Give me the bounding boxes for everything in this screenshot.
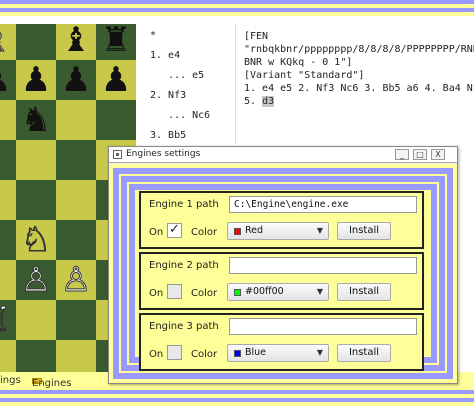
move-list-item[interactable]: ... e5 — [150, 70, 204, 81]
board-square[interactable] — [0, 260, 16, 300]
chess-app-window: ♗♝♜♟♟♟♟♞♘♙♙♖ *1. e4 ... e52. Nf3 ... Nc6… — [0, 16, 474, 390]
board-square[interactable] — [0, 220, 16, 260]
engine-on-checkbox[interactable] — [167, 222, 182, 238]
chevron-down-icon: ▼ — [316, 348, 323, 357]
engine-path-input[interactable] — [229, 257, 417, 274]
color-select-value: #00ff00 — [245, 286, 284, 297]
engine-color-label: Color — [191, 349, 218, 360]
chess-piece-icon[interactable]: ♗ — [0, 24, 16, 61]
board-square[interactable] — [96, 100, 136, 140]
move-list-item[interactable]: 2. Nf3 — [150, 90, 186, 101]
board-square[interactable] — [0, 100, 16, 140]
pgn-line: "rnbqkbnr/pppppppp/8/8/8/8/PPPPPPPP/RNBQ… — [244, 44, 474, 55]
engine-1-group: Engine 1 path C:\Engine\engine.exe On Color… — [139, 191, 424, 249]
color-select-value: Red — [245, 225, 264, 236]
engine-color-select[interactable]: #00ff00 ▼ — [227, 283, 329, 301]
pgn-line: [FEN — [244, 31, 269, 42]
color-swatch-icon — [234, 289, 241, 296]
pgn-line: 1. e4 e5 2. Nf3 Nc6 3. Bb5 a6 4. Ba4 Nf6 — [244, 83, 474, 94]
chess-piece-icon[interactable]: ♞ — [16, 100, 56, 140]
install-button[interactable]: Install — [337, 283, 391, 301]
color-swatch-icon — [234, 228, 241, 235]
engine-on-label: On — [149, 227, 164, 238]
move-list-item[interactable]: 1. e4 — [150, 50, 180, 61]
minimize-button[interactable]: _ — [395, 149, 409, 160]
move-list-item[interactable]: ... Nc6 — [150, 110, 210, 121]
engine-path-input[interactable] — [229, 318, 417, 335]
dialog-titlebar[interactable]: Engines settings _ □ X — [109, 147, 457, 163]
board-square[interactable] — [56, 140, 96, 180]
board-square[interactable] — [56, 300, 96, 340]
chevron-down-icon: ▼ — [316, 287, 323, 296]
chess-piece-icon[interactable]: ♟ — [96, 60, 136, 100]
install-button[interactable]: Install — [337, 222, 391, 240]
pgn-text-area[interactable]: [FEN "rnbqkbnr/pppppppp/8/8/8/8/PPPPPPPP… — [238, 24, 474, 144]
move-list[interactable]: * 1. e4 ... e5 2. Nf3 ... Nc6 3. Bb5 — [144, 24, 236, 144]
board-square[interactable] — [56, 100, 96, 140]
engine-color-label: Color — [191, 227, 218, 238]
engine-on-label: On — [149, 288, 164, 299]
engine-2-group: Engine 2 path On Color #00ff00 ▼ Install — [139, 252, 424, 310]
chess-piece-icon[interactable]: ♜ — [96, 24, 136, 60]
close-button[interactable]: X — [431, 149, 445, 160]
pgn-line: [Variant "Standard"] — [244, 70, 365, 81]
engine-on-checkbox[interactable] — [167, 345, 182, 360]
pgn-move-number: 5. — [244, 96, 257, 107]
chess-piece-icon[interactable]: ♙ — [16, 260, 56, 301]
chess-piece-icon[interactable]: ♖ — [0, 300, 16, 341]
install-button[interactable]: Install — [337, 344, 391, 362]
pgn-line-last: 5. d3 — [244, 95, 470, 108]
engine-path-label: Engine 3 path — [149, 321, 219, 332]
board-square[interactable] — [56, 180, 96, 220]
dialog-content: Engine 1 path C:\Engine\engine.exe On Color… — [109, 164, 457, 383]
dialog-title: Engines settings — [126, 149, 201, 159]
chess-piece-icon[interactable]: ♟ — [0, 60, 16, 100]
chess-piece-icon[interactable]: ♝ — [56, 24, 96, 60]
status-settings-text[interactable]: ings — [0, 375, 21, 386]
bottom-border-stripes — [0, 390, 474, 406]
window-app-icon — [113, 150, 122, 159]
maximize-button[interactable]: □ — [413, 149, 427, 160]
board-square[interactable] — [16, 140, 56, 180]
pgn-current-move[interactable]: d3 — [262, 96, 275, 107]
engine-color-select[interactable]: Red ▼ — [227, 222, 329, 240]
engine-path-input[interactable]: C:\Engine\engine.exe — [229, 196, 417, 213]
engine-path-label: Engine 2 path — [149, 260, 219, 271]
chess-piece-icon[interactable]: ♟ — [56, 60, 96, 100]
board-square[interactable] — [56, 220, 96, 260]
board-square[interactable] — [0, 140, 16, 180]
engines-settings-dialog: Engines settings _ □ X Engine 1 path C:\E… — [108, 146, 458, 384]
engine-path-label: Engine 1 path — [149, 199, 219, 210]
engine-color-select[interactable]: Blue ▼ — [227, 344, 329, 362]
board-square[interactable] — [0, 180, 16, 220]
pgn-line: BNR w KQkq - 0 1"] — [244, 57, 353, 68]
board-square[interactable] — [16, 300, 56, 340]
board-square[interactable] — [16, 24, 56, 60]
status-engines-label: Engines — [32, 378, 72, 389]
chess-piece-icon[interactable]: ♘ — [16, 220, 56, 261]
move-list-item[interactable]: * — [150, 30, 156, 41]
engine-3-group: Engine 3 path On Color Blue ▼ Install — [139, 313, 424, 371]
engine-color-label: Color — [191, 288, 218, 299]
engine-on-label: On — [149, 349, 164, 360]
color-swatch-icon — [234, 350, 241, 357]
engine-on-checkbox[interactable] — [167, 284, 182, 299]
chevron-down-icon: ▼ — [316, 226, 323, 235]
top-border-stripes — [0, 0, 474, 16]
move-list-item[interactable]: 3. Bb5 — [150, 130, 186, 141]
chess-piece-icon[interactable]: ♟ — [16, 60, 56, 100]
board-square[interactable] — [16, 180, 56, 220]
chess-piece-icon[interactable]: ♙ — [56, 260, 96, 301]
color-select-value: Blue — [245, 347, 267, 358]
